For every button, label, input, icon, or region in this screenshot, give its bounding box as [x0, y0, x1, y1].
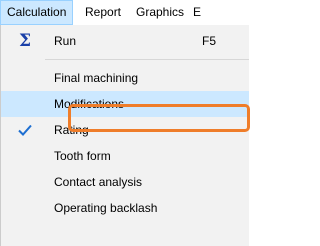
menu-item-tooth-form[interactable]: Tooth form — [1, 143, 249, 169]
menu-item-contact-analysis-label: Contact analysis — [54, 175, 143, 189]
menu-item-operating-backlash[interactable]: Operating backlash — [1, 195, 249, 221]
menu-item-rating[interactable]: Rating — [1, 117, 249, 143]
menu-item-modifications-label: Modifications — [54, 97, 125, 111]
menu-separator — [45, 59, 249, 60]
menu-item-tooth-form-label: Tooth form — [54, 149, 111, 163]
menu-item-run-shortcut: F5 — [202, 34, 217, 48]
menu-item-operating-backlash-label: Operating backlash — [54, 201, 158, 215]
menu-report[interactable]: Report — [78, 0, 128, 25]
checkmark-icon — [15, 117, 35, 143]
menu-graphics[interactable]: Graphics — [129, 0, 191, 25]
menu-item-run[interactable]: Σ Run F5 — [1, 28, 249, 54]
menu-item-rating-label: Rating — [54, 123, 89, 137]
menu-item-final-machining[interactable]: Final machining — [1, 65, 249, 91]
menu-calculation[interactable]: Calculation — [0, 0, 74, 25]
calculation-dropdown-menu: Σ Run F5 Final machining Modifications R… — [0, 25, 249, 246]
menu-item-contact-analysis[interactable]: Contact analysis — [1, 169, 249, 195]
menu-item-modifications[interactable]: Modifications — [1, 91, 249, 117]
menu-item-final-machining-label: Final machining — [54, 71, 139, 85]
menu-e-partial[interactable]: E — [186, 0, 208, 25]
menu-bar: Calculation Report Graphics E — [0, 0, 249, 26]
menu-item-run-label: Run — [54, 34, 77, 48]
sigma-icon: Σ — [18, 31, 32, 51]
